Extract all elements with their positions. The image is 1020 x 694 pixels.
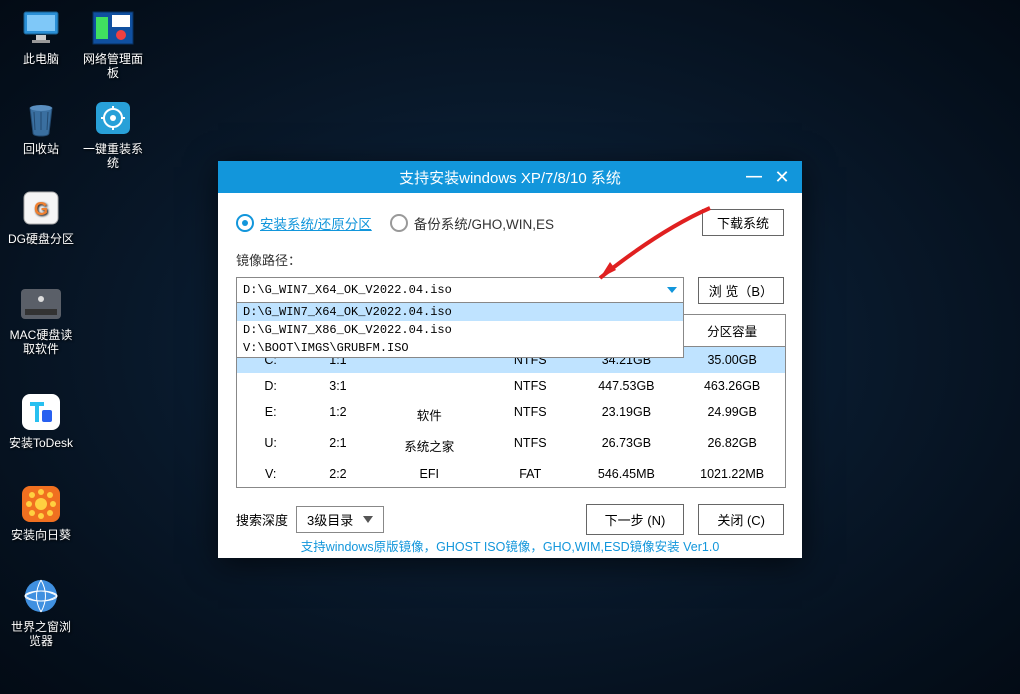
download-system-button[interactable]: 下载系统 [702, 209, 784, 236]
desktop-icon-mac-disk[interactable]: MAC硬盘读取软件 [6, 284, 76, 356]
icon-label: 安装向日葵 [6, 528, 76, 542]
combo-value: D:\G_WIN7_X64_OK_V2022.04.iso [243, 283, 452, 297]
table-row[interactable]: V: 2:2 EFI FAT 546.45MB 1021.22MB [237, 461, 785, 487]
todesk-icon [18, 392, 64, 432]
image-path-label: 镜像路径： [236, 250, 784, 269]
window-title: 支持安装windows XP/7/8/10 系统 [399, 167, 621, 188]
icon-label: 回收站 [6, 142, 76, 156]
chevron-down-icon [667, 287, 677, 293]
close-button[interactable]: ✕ [770, 165, 794, 189]
image-path-combo[interactable]: D:\G_WIN7_X64_OK_V2022.04.iso D:\G_WIN7_… [236, 277, 684, 304]
minimize-button[interactable]: — [742, 165, 766, 189]
desktop-icon-this-pc[interactable]: 此电脑 [6, 8, 76, 66]
icon-label: MAC硬盘读取软件 [6, 328, 76, 356]
panel-icon [90, 8, 136, 48]
sunflower-icon [18, 484, 64, 524]
combo-item[interactable]: D:\G_WIN7_X64_OK_V2022.04.iso [237, 303, 683, 321]
reinstall-icon [90, 98, 136, 138]
browse-button[interactable]: 浏 览（B） [698, 277, 784, 304]
table-row[interactable]: D: 3:1 NTFS 447.53GB 463.26GB [237, 373, 785, 399]
radio-label: 备份系统/GHO,WIN,ES [414, 213, 554, 233]
combo-item[interactable]: V:\BOOT\IMGS\GRUBFM.ISO [237, 339, 683, 357]
icon-label: 此电脑 [6, 52, 76, 66]
globe-icon [18, 576, 64, 616]
table-row[interactable]: E: 1:2 软件 NTFS 23.19GB 24.99GB [237, 399, 785, 430]
icon-label: 世界之窗浏览器 [6, 620, 76, 648]
desktop-icon-todesk[interactable]: 安装ToDesk [6, 392, 76, 450]
svg-text:G: G [34, 199, 48, 219]
depth-value: 3级目录 [307, 510, 353, 529]
search-depth-select[interactable]: 3级目录 [296, 506, 384, 533]
radio-label: 安装系统/还原分区 [260, 213, 372, 233]
close-button[interactable]: 关闭 (C) [698, 504, 784, 535]
installer-window: 支持安装windows XP/7/8/10 系统 — ✕ 安装系统/还原分区 备… [218, 161, 802, 558]
th-total: 分区容量 [679, 315, 785, 346]
icon-label: 网络管理面板 [78, 52, 148, 80]
combo-item[interactable]: D:\G_WIN7_X86_OK_V2022.04.iso [237, 321, 683, 339]
desktop-icon-network-panel[interactable]: 网络管理面板 [78, 8, 148, 80]
trash-icon [18, 98, 64, 138]
next-button[interactable]: 下一步 (N) [586, 504, 685, 535]
search-depth-label: 搜索深度 [236, 510, 288, 529]
chevron-down-icon [363, 516, 373, 523]
footer-text: 支持windows原版镜像，GHOST ISO镜像，GHO,WIM,ESD镜像安… [218, 532, 802, 558]
radio-backup[interactable]: 备份系统/GHO,WIN,ES [390, 213, 554, 233]
titlebar[interactable]: 支持安装windows XP/7/8/10 系统 — ✕ [218, 161, 802, 193]
drive-icon [18, 284, 64, 324]
radio-circle-icon [390, 214, 408, 232]
icon-label: DG硬盘分区 [6, 232, 76, 246]
combo-dropdown: D:\G_WIN7_X64_OK_V2022.04.iso D:\G_WIN7_… [236, 303, 684, 358]
desktop-icon-browser[interactable]: 世界之窗浏览器 [6, 576, 76, 648]
icon-label: 一键重装系统 [78, 142, 148, 170]
desktop-icon-dg[interactable]: G DG硬盘分区 [6, 188, 76, 246]
radio-install-restore[interactable]: 安装系统/还原分区 [236, 213, 372, 233]
table-row[interactable]: U: 2:1 系统之家 NTFS 26.73GB 26.82GB [237, 430, 785, 461]
desktop-icon-sunflower[interactable]: 安装向日葵 [6, 484, 76, 542]
desktop-icon-reinstall[interactable]: 一键重装系统 [78, 98, 148, 170]
combo-input[interactable]: D:\G_WIN7_X64_OK_V2022.04.iso [236, 277, 684, 303]
desktop-icon-recycle-bin[interactable]: 回收站 [6, 98, 76, 156]
monitor-icon [18, 8, 64, 48]
radio-circle-icon [236, 214, 254, 232]
icon-label: 安装ToDesk [6, 436, 76, 450]
disk-icon: G [18, 188, 64, 228]
